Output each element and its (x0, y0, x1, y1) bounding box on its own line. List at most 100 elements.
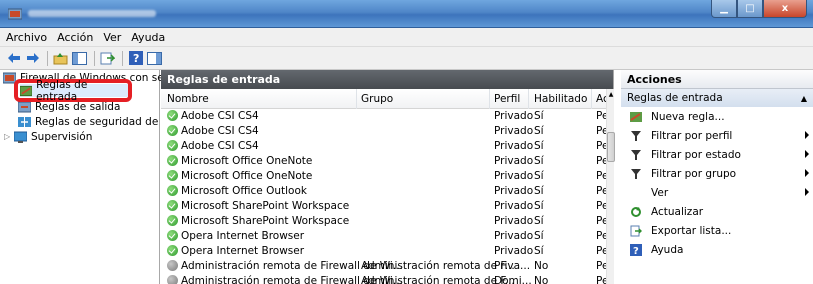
action-nueva-regla[interactable]: Nueva regla... (621, 107, 813, 126)
cell-habilitado: Sí (534, 140, 544, 152)
export-button[interactable] (99, 50, 116, 67)
tree-item-label: Supervisión (31, 130, 93, 143)
rule-enabled-icon (167, 140, 178, 151)
highlight-annotation: Reglas de entrada (14, 79, 132, 103)
svg-text:?: ? (133, 52, 139, 65)
action-filtrar-por-perfil[interactable]: Filtrar por perfil (621, 126, 813, 145)
maximize-button[interactable]: □ (737, 0, 763, 18)
tree-item-reglas-de-seguridad[interactable]: Reglas de seguridad de con (18, 114, 180, 129)
column-header-habilitado[interactable]: Habilitado (534, 93, 587, 105)
navigation-tree: Firewall de Windows con segur Reglas de … (0, 70, 181, 284)
action-label: Exportar lista... (651, 224, 732, 237)
column-header-nombre[interactable]: Nombre (167, 93, 209, 105)
action-label: Filtrar por perfil (651, 129, 733, 142)
back-button[interactable] (5, 50, 22, 67)
rule-enabled-icon (167, 170, 178, 181)
arrow-left-icon (7, 53, 20, 63)
cell-nombre: Adobe CSI CS4 (181, 125, 259, 137)
rule-enabled-icon (167, 110, 178, 121)
table-row[interactable]: Administración remota de Firewall de Wi.… (161, 259, 613, 274)
minimize-button[interactable]: ▁ (711, 0, 737, 18)
table-row[interactable]: Microsoft Office OneNote Privado Sí Pe (161, 169, 613, 184)
table-row[interactable]: Adobe CSI CS4 Privado Sí Pe (161, 139, 613, 154)
show-hide-tree-button[interactable] (71, 50, 88, 67)
rule-enabled-icon (167, 125, 178, 136)
filter-icon (631, 149, 641, 160)
table-row[interactable]: Adobe CSI CS4 Privado Sí Pe (161, 109, 613, 124)
cell-habilitado: Sí (534, 125, 544, 137)
tree-item-label: Reglas de entrada (36, 78, 88, 103)
arrow-right-icon (26, 53, 39, 63)
table-row[interactable]: Opera Internet Browser Privado Sí Pe (161, 244, 613, 259)
column-header-grupo[interactable]: Grupo (361, 93, 393, 105)
help-icon: ? (128, 51, 143, 65)
cell-nombre: Opera Internet Browser (181, 245, 305, 257)
action-filtrar-por-grupo[interactable]: Filtrar por grupo (621, 164, 813, 183)
menu-bar: Archivo Acción Ver Ayuda (0, 28, 813, 47)
refresh-icon (631, 206, 641, 217)
actions-section-label: Reglas de entrada (627, 92, 723, 104)
scroll-thumb[interactable] (607, 132, 615, 162)
submenu-arrow-icon (805, 169, 809, 177)
cell-nombre: Microsoft Office OneNote (181, 170, 313, 182)
collapse-arrow-icon[interactable]: ▲ (801, 94, 807, 103)
action-actualizar[interactable]: Actualizar (621, 202, 813, 221)
cell-habilitado: Sí (534, 155, 544, 167)
forward-button[interactable] (24, 50, 41, 67)
expand-arrow-icon[interactable]: ▷ (4, 132, 14, 141)
window-title-bar[interactable]: ▁ □ x (0, 0, 813, 28)
cell-perfil: Privado (494, 140, 534, 152)
table-row[interactable]: Microsoft Office OneNote Privado Sí Pe (161, 154, 613, 169)
toolbar: ? (0, 47, 813, 70)
action-ver[interactable]: Ver (621, 183, 813, 202)
menu-accion[interactable]: Acción (57, 31, 93, 44)
column-header-perfil[interactable]: Perfil (494, 93, 520, 105)
menu-ayuda[interactable]: Ayuda (131, 31, 165, 44)
cell-grupo: Administración remota de F... (361, 260, 515, 272)
cell-habilitado: No (534, 275, 549, 284)
action-ayuda[interactable]: ? Ayuda (621, 240, 813, 259)
menu-ver[interactable]: Ver (103, 31, 121, 44)
action-label: Actualizar (651, 205, 704, 218)
table-row[interactable]: Microsoft Office Outlook Privado Sí Pe (161, 184, 613, 199)
action-label: Nueva regla... (651, 110, 725, 123)
up-folder-button[interactable] (52, 50, 69, 67)
cell-perfil: Privado (494, 110, 534, 122)
close-button[interactable]: x (763, 0, 807, 18)
cell-perfil: Priva... (494, 260, 531, 272)
toolbar-separator (122, 50, 123, 66)
rule-disabled-icon (167, 260, 178, 271)
export-list-icon (100, 52, 115, 64)
actions-section-reglas-de-entrada[interactable]: Reglas de entrada ▲ (621, 89, 813, 107)
new-rule-icon (630, 111, 642, 122)
filter-icon (631, 130, 641, 141)
table-row[interactable]: Microsoft SharePoint Workspace Privado Sí P… (161, 214, 613, 229)
menu-archivo[interactable]: Archivo (6, 31, 47, 44)
action-filtrar-por-estado[interactable]: Filtrar por estado (621, 145, 813, 164)
scroll-up-icon[interactable]: ▲ (607, 89, 615, 99)
cell-grupo: Administración remota de F... (361, 275, 515, 284)
properties-button[interactable] (146, 50, 163, 67)
action-exportar-lista[interactable]: Exportar lista... (621, 221, 813, 240)
inbound-rules-icon (20, 85, 33, 96)
tree-item-supervision[interactable]: ▷ Supervisión (4, 129, 92, 144)
cell-nombre: Adobe CSI CS4 (181, 110, 259, 122)
help-button[interactable]: ? (127, 50, 144, 67)
console-tree-icon (72, 51, 87, 65)
window-title (28, 10, 156, 17)
rules-list-pane: Reglas de entrada Nombre Grupo Perfil Ha… (161, 70, 614, 284)
cell-nombre: Microsoft SharePoint Workspace (181, 215, 350, 227)
table-row[interactable]: Opera Internet Browser Privado Sí Pe (161, 229, 613, 244)
table-row[interactable]: Microsoft SharePoint Workspace Privado Sí P… (161, 199, 613, 214)
submenu-arrow-icon (805, 188, 809, 196)
table-row[interactable]: Adobe CSI CS4 Privado Sí Pe (161, 124, 613, 139)
folder-up-icon (53, 52, 68, 64)
cell-perfil: Privado (494, 155, 534, 167)
rules-table-body: Adobe CSI CS4 Privado Sí Pe Adobe CSI CS4 Pri… (161, 109, 613, 284)
table-row[interactable]: Administración remota de Firewall de Wi.… (161, 274, 613, 284)
rule-disabled-icon (167, 275, 178, 284)
tree-item-reglas-de-entrada[interactable]: Reglas de entrada (20, 79, 128, 103)
cell-habilitado: Sí (534, 215, 544, 227)
cell-nombre: Adobe CSI CS4 (181, 140, 259, 152)
vertical-scrollbar[interactable]: ▲ (606, 89, 615, 284)
